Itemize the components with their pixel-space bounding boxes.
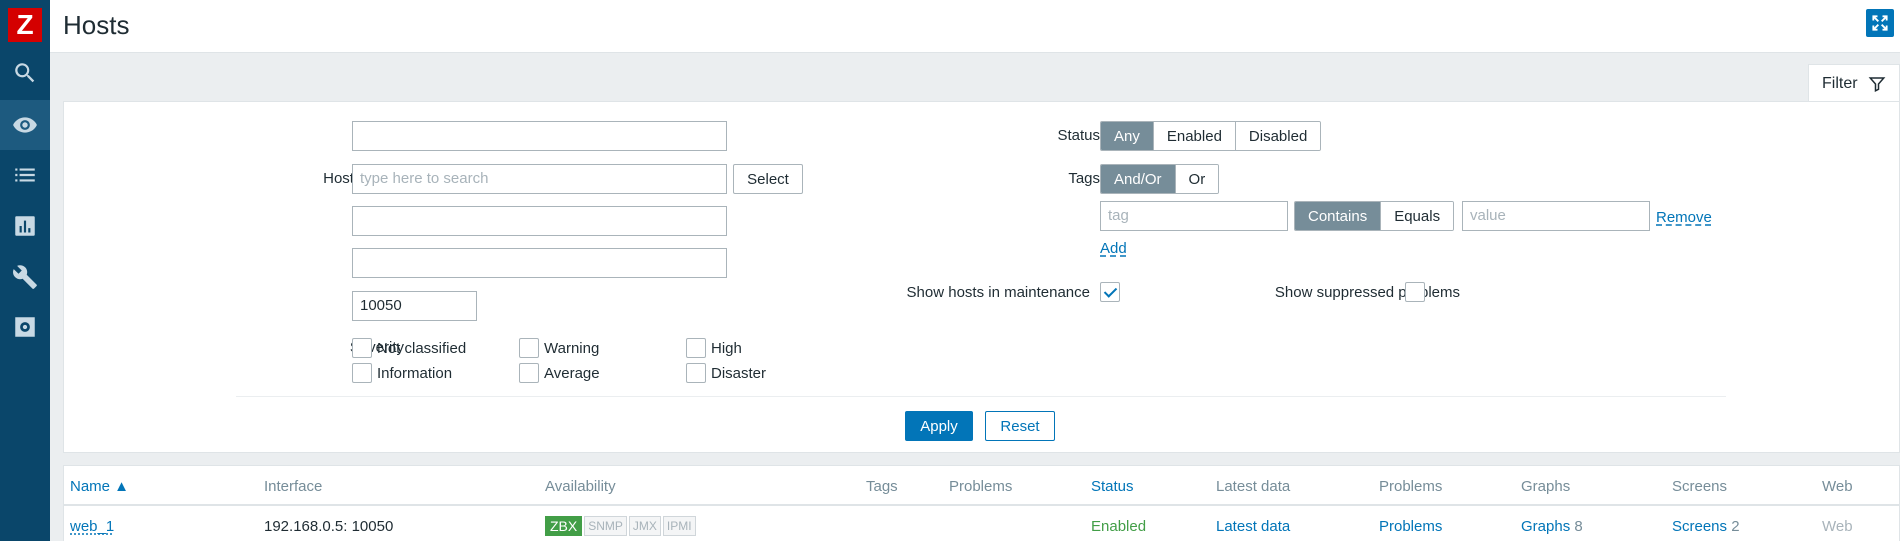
page-header: Hosts (50, 0, 1900, 53)
sidebar-item-search[interactable] (0, 48, 50, 98)
sidebar-item-monitoring[interactable] (0, 100, 50, 150)
status-label: Status (1057, 127, 1100, 144)
graphs-link[interactable]: Graphs (1521, 518, 1570, 535)
severity-disaster-label: Disaster (711, 365, 767, 382)
host-status-link[interactable]: Enabled (1091, 518, 1146, 535)
status-disabled-option[interactable]: Disabled (1235, 122, 1321, 150)
logo-letter: Z (8, 8, 42, 42)
column-header-web: Web (1822, 478, 1853, 495)
tags-label: Tags (1068, 170, 1100, 187)
ip-input[interactable] (352, 206, 727, 236)
eye-icon (13, 117, 37, 133)
tag-equals-option[interactable]: Equals (1381, 202, 1454, 230)
availability-badges: ZBX SNMP JMX IPMI (545, 516, 696, 536)
column-header-latest-data: Latest data (1216, 478, 1291, 495)
severity-not-classified-label: Not classified (377, 340, 467, 357)
availability-snmp-badge: SNMP (584, 516, 627, 536)
tag-add-link[interactable]: Add (1100, 240, 1127, 257)
host-groups-select-button[interactable]: Select (733, 164, 803, 194)
host-interface: 192.168.0.5: 10050 (264, 518, 394, 535)
column-header-interface: Interface (264, 478, 323, 495)
tags-or-option[interactable]: Or (1175, 165, 1219, 193)
wrench-icon (13, 265, 37, 289)
table-header-divider (64, 504, 1899, 506)
host-name-link[interactable]: web_1 (70, 518, 114, 535)
severity-information-checkbox[interactable] (352, 363, 372, 383)
page-title: Hosts (63, 10, 130, 40)
list-icon (15, 168, 35, 182)
column-header-problems-link: Problems (1379, 478, 1443, 495)
severity-warning-label: Warning (544, 340, 600, 357)
column-header-availability: Availability (545, 478, 616, 495)
bar-chart-icon (15, 216, 35, 236)
fullscreen-button[interactable] (1866, 9, 1894, 37)
sidebar: Z (0, 0, 50, 541)
column-header-tags: Tags (866, 478, 898, 495)
severity-not-classified-checkbox[interactable] (352, 338, 372, 358)
screens-cell: Screens 2 (1672, 518, 1740, 535)
port-input[interactable]: 10050 (352, 291, 477, 321)
availability-zbx-badge: ZBX (545, 516, 583, 536)
fullscreen-icon (1872, 15, 1888, 31)
problems-link[interactable]: Problems (1379, 518, 1442, 535)
column-header-graphs: Graphs (1521, 478, 1571, 495)
graphs-count: 8 (1574, 518, 1583, 535)
status-enabled-option[interactable]: Enabled (1153, 122, 1236, 150)
host-name: web_1 (70, 518, 115, 535)
filter-divider (236, 396, 1726, 397)
screens-count: 2 (1731, 518, 1740, 535)
show-maintenance-label: Show hosts in maintenance (906, 284, 1090, 301)
tag-value-input[interactable]: value (1462, 201, 1650, 231)
column-header-name[interactable]: Name ▲ (70, 478, 129, 495)
severity-information-label: Information (377, 365, 453, 382)
availability-jmx-badge: JMX (628, 516, 661, 536)
tags-mode-segmented-control: And/Or Or (1100, 164, 1220, 194)
severity-disaster-checkbox[interactable] (686, 363, 706, 383)
reset-button[interactable]: Reset (985, 411, 1055, 441)
tab-filter[interactable]: Filter (1808, 64, 1900, 102)
show-maintenance-checkbox[interactable] (1100, 282, 1120, 302)
gear-icon (15, 317, 35, 337)
sidebar-item-inventory[interactable] (0, 150, 50, 200)
tag-remove-link[interactable]: Remove (1656, 209, 1712, 226)
severity-average-checkbox[interactable] (519, 363, 539, 383)
search-icon (15, 63, 35, 83)
host-groups-input[interactable]: type here to search (352, 164, 727, 194)
name-input[interactable] (352, 121, 727, 151)
filter-panel: Name Host groups type here to search Sel… (63, 101, 1900, 453)
filter-tab-label: Filter (1822, 74, 1858, 92)
severity-average-label: Average (544, 365, 600, 382)
severity-warning-checkbox[interactable] (519, 338, 539, 358)
dns-input[interactable] (352, 248, 727, 278)
column-header-status[interactable]: Status (1091, 478, 1134, 495)
severity-high-label: High (711, 340, 742, 357)
hosts-table: Name ▲ Interface Availability Tags Probl… (63, 465, 1900, 541)
sidebar-item-reports[interactable] (0, 201, 50, 251)
column-header-problems: Problems (949, 478, 1013, 495)
apply-button[interactable]: Apply (905, 411, 973, 441)
severity-high-checkbox[interactable] (686, 338, 706, 358)
sidebar-item-administration[interactable] (0, 302, 50, 352)
screens-link[interactable]: Screens (1672, 518, 1727, 535)
graphs-cell: Graphs 8 (1521, 518, 1583, 535)
latest-data-link[interactable]: Latest data (1216, 518, 1290, 535)
tags-and-or-option[interactable]: And/Or (1101, 165, 1176, 193)
tag-operator-segmented-control: Contains Equals (1294, 201, 1455, 231)
status-any-option[interactable]: Any (1101, 122, 1154, 150)
severity-label: Severity (349, 339, 404, 356)
availability-ipmi-badge: IPMI (662, 516, 696, 536)
show-suppressed-checkbox[interactable] (1405, 282, 1425, 302)
web-cell: Web (1822, 518, 1853, 535)
sidebar-item-configuration[interactable] (0, 252, 50, 302)
status-segmented-control: Any Enabled Disabled (1100, 121, 1322, 151)
tag-name-input[interactable]: tag (1100, 201, 1288, 231)
zabbix-logo[interactable]: Z (0, 0, 50, 50)
column-header-screens: Screens (1672, 478, 1728, 495)
funnel-icon (1868, 76, 1885, 92)
tag-contains-option[interactable]: Contains (1295, 202, 1382, 230)
